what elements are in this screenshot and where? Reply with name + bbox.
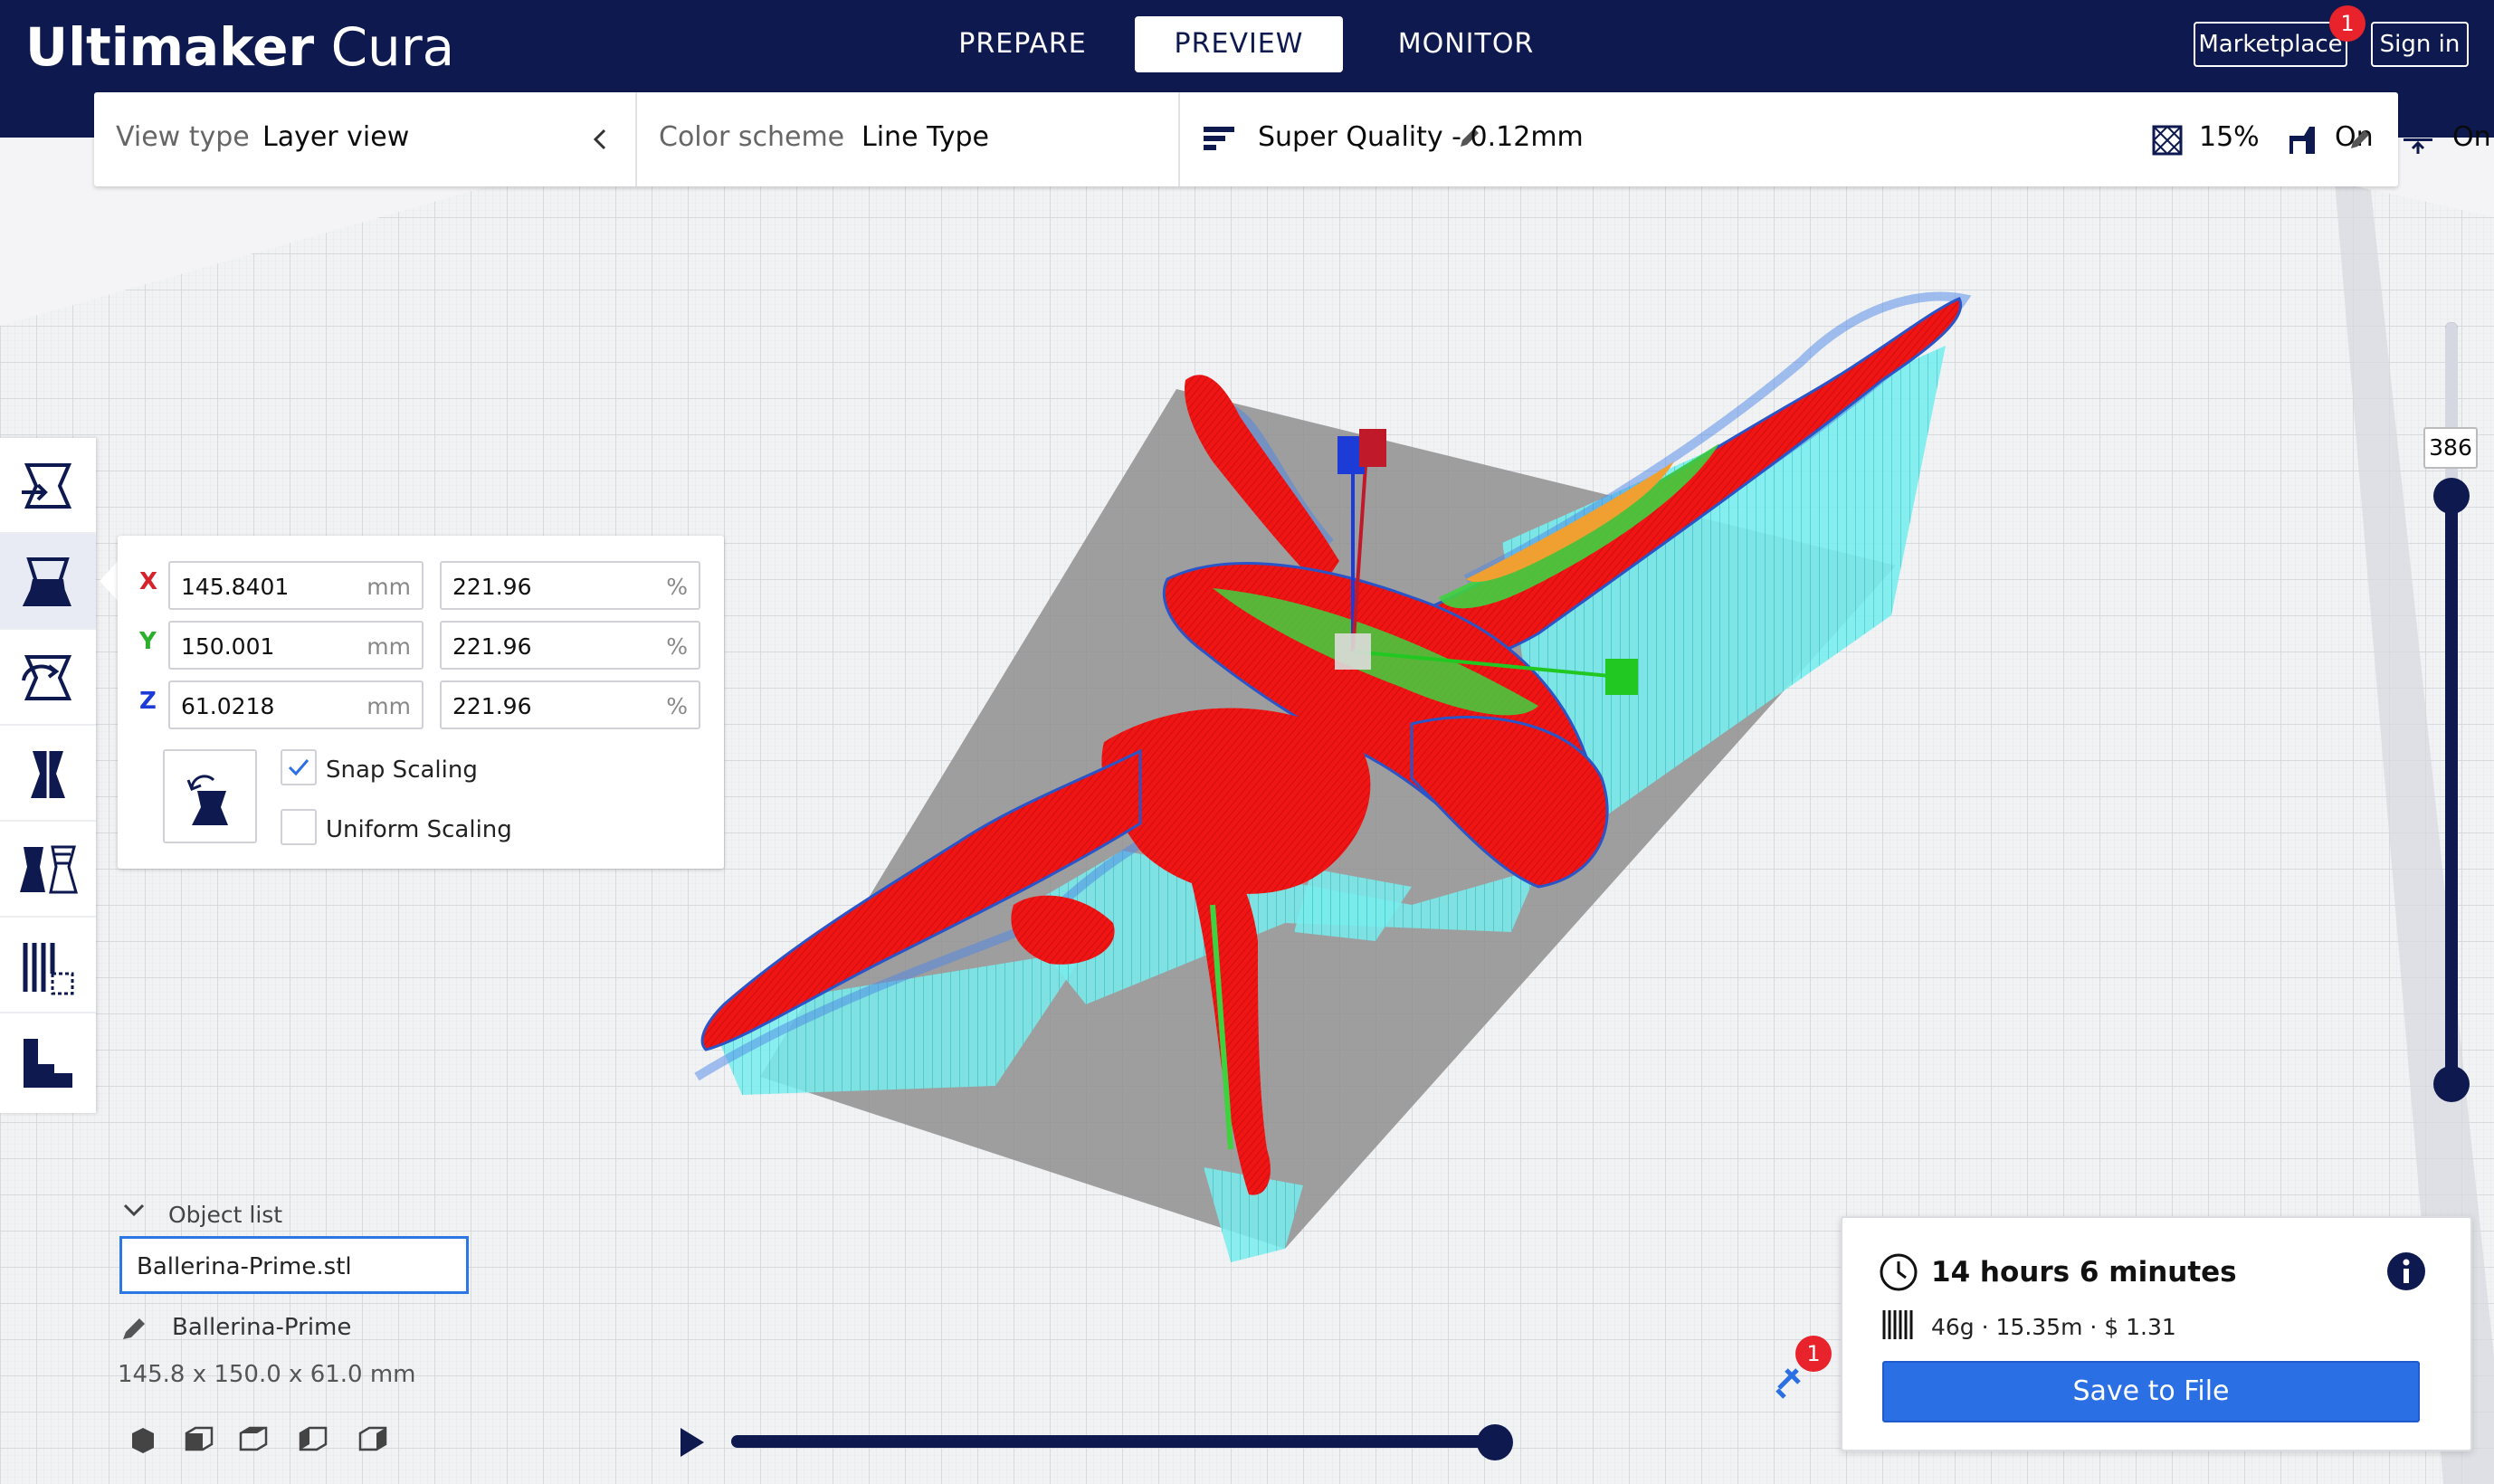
object-name: Ballerina-Prime [172,1314,352,1341]
adhesion-icon [2404,125,2432,154]
scale-tool-panel: X 145.8401 mm 221.96% Y 150.001 mm 221.96%… [118,536,724,869]
layer-playback-track[interactable] [731,1435,1499,1448]
layer-slider-upper-handle[interactable] [2433,478,2470,514]
color-scheme-value: Line Type [861,121,989,153]
top-view-icon[interactable] [239,1426,268,1451]
sign-in-button[interactable]: Sign in [2371,22,2469,67]
print-information-panel: 14 hours 6 minutes 46g · 15.35m · $ 1.31… [1841,1216,2472,1451]
current-layer-input[interactable]: 386 [2423,427,2478,469]
lay-flat-button[interactable] [0,1013,96,1109]
move-tool-icon [22,463,72,509]
save-to-file-button[interactable]: Save to File [1882,1361,2420,1422]
play-icon[interactable] [677,1424,708,1460]
move-tool-button[interactable] [0,438,96,534]
object-dimensions: 145.8 x 150.0 x 61.0 mm [118,1361,416,1388]
z-scale-percent-input[interactable]: 221.96% [440,680,700,729]
mirror-tool-button[interactable] [0,726,96,822]
z-size-input[interactable]: 61.0218 mm [168,680,424,729]
support-blocker-icon [23,943,74,995]
print-setup-selector[interactable]: Super Quality - 0.12mm 15% On On [1180,92,2491,186]
x-axis-label: X [139,568,158,595]
y-axis-label: Y [139,628,157,655]
material-icon [1882,1310,1913,1339]
y-scale-percent-input[interactable]: 221.96% [440,621,700,670]
chevron-left-icon [593,128,606,150]
view-type-value: Layer view [262,121,410,153]
reset-scale-icon [186,775,228,825]
extensions-notification-badge: 1 [1795,1336,1832,1372]
color-scheme-label: Color scheme [659,121,845,153]
edit-settings-pencil-icon[interactable] [2347,127,2373,152]
marketplace-button[interactable]: Marketplace [2194,22,2347,67]
infill-value: 15% [2199,121,2260,153]
tab-preview[interactable]: PREVIEW [1135,16,1343,72]
snap-scaling-checkbox[interactable] [281,749,317,785]
uniform-scaling-label: Uniform Scaling [326,816,512,843]
support-icon [2289,127,2315,154]
front-view-icon[interactable] [185,1426,214,1451]
view-type-label: View type [116,121,250,153]
layer-playback-handle[interactable] [1477,1424,1513,1460]
snap-scaling-label: Snap Scaling [326,756,478,784]
pencil-icon[interactable] [119,1314,148,1343]
right-view-icon[interactable] [358,1426,387,1451]
object-list-item[interactable]: Ballerina-Prime.stl [119,1236,469,1294]
reset-scale-button[interactable] [163,749,257,843]
view-settings-bar: View type Layer view Color scheme Line T… [94,92,2491,186]
print-time: 14 hours 6 minutes [1931,1256,2237,1289]
support-blocker-button[interactable] [0,918,96,1013]
scale-tool-button[interactable] [0,534,96,630]
tab-prepare[interactable]: PREPARE [923,16,1122,72]
y-size-input[interactable]: 150.001 mm [168,621,424,670]
clock-icon [1880,1253,1918,1291]
info-icon[interactable] [2385,1251,2427,1292]
object-list-toggle[interactable]: Object list [168,1202,282,1228]
per-model-settings-button[interactable] [0,822,96,918]
mirror-tool-icon [31,744,65,804]
panel-pointer [100,559,119,603]
left-view-icon[interactable] [299,1426,328,1451]
color-scheme-selector[interactable]: Color scheme Line Type [637,92,1479,186]
camera-view-buttons[interactable] [123,1421,395,1460]
layer-slider-lower-handle[interactable] [2433,1066,2470,1102]
adhesion-value: On [2452,121,2491,153]
infill-icon [2152,125,2183,156]
uniform-scaling-checkbox[interactable] [281,809,317,845]
checkmark-icon [288,759,309,776]
lay-flat-icon [24,1039,72,1088]
quality-profile: Super Quality - 0.12mm [1258,121,1584,153]
material-cost-summary: 46g · 15.35m · $ 1.31 [1931,1314,2176,1340]
x-size-input[interactable]: 145.8401 mm [168,561,424,610]
scale-tool-icon [22,557,71,606]
rotate-tool-button[interactable] [0,630,96,726]
tab-monitor[interactable]: MONITOR [1366,16,1566,72]
view-type-selector[interactable]: View type Layer view [94,92,637,186]
rotate-tool-icon [22,655,72,700]
app-logo: Ultimaker Cura [25,16,455,78]
x-scale-percent-input[interactable]: 221.96% [440,561,700,610]
chevron-down-icon[interactable] [121,1200,147,1222]
tool-sidebar [0,438,96,1113]
3d-view-icon[interactable] [132,1428,154,1453]
per-model-settings-icon [20,845,78,894]
z-axis-label: Z [139,688,157,715]
quality-icon [1204,127,1234,150]
marketplace-notification-badge: 1 [2329,5,2365,42]
